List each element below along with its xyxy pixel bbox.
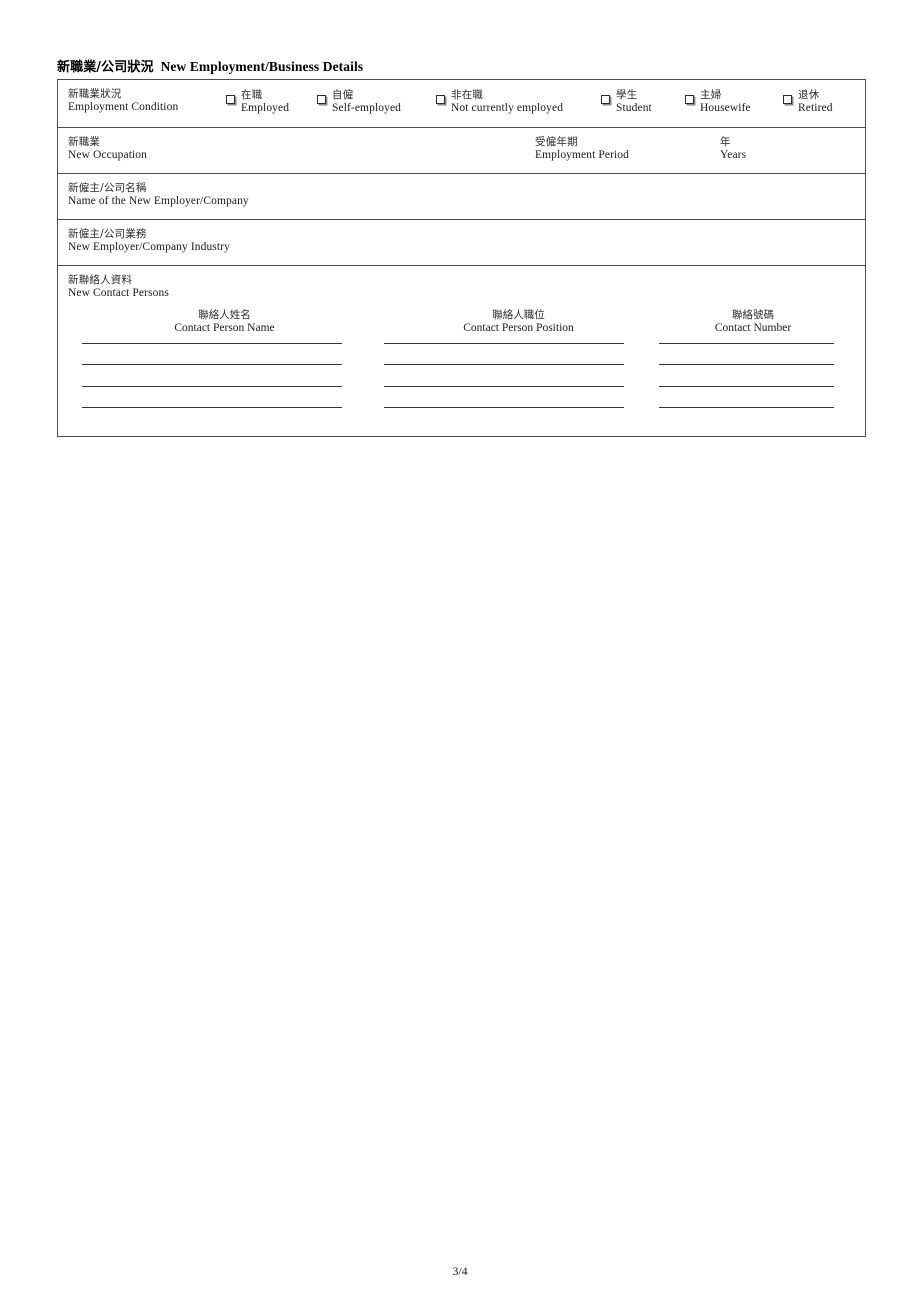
checkbox-label-not-currently-employed-en: Not currently employed	[451, 101, 564, 114]
checkbox-label-retired-zh: 退休	[798, 89, 820, 101]
checkbox-label-student-en: Student	[616, 101, 652, 114]
label-employer-name-en: Name of the New Employer/Company	[68, 194, 249, 207]
column-header-contact-number: 聯絡號碼 Contact Number	[658, 309, 848, 335]
column-header-contact-person-position-zh: 聯絡人職位	[492, 309, 545, 321]
contact-name-line-3[interactable]	[82, 386, 342, 387]
checkbox-label-student-zh: 學生	[616, 89, 638, 101]
contact-position-line-4[interactable]	[384, 407, 624, 408]
checkbox-label-student: 學生 Student	[616, 89, 652, 115]
label-employment-period: 受僱年期 Employment Period	[535, 136, 630, 162]
column-header-contact-person-name-zh: 聯絡人姓名	[198, 309, 251, 321]
row-employer-name: 新僱主/公司名稱 Name of the New Employer/Compan…	[58, 174, 865, 220]
contact-number-line-1[interactable]	[659, 343, 834, 344]
label-employment-period-en: Employment Period	[535, 148, 630, 161]
checkbox-label-self-employed-en: Self-employed	[332, 101, 402, 114]
checkbox-label-housewife-en: Housewife	[700, 101, 751, 114]
checkbox-label-self-employed-zh: 自僱	[332, 89, 354, 101]
contact-name-line-4[interactable]	[82, 407, 342, 408]
row-employer-industry: 新僱主/公司業務 New Employer/Company Industry	[58, 220, 865, 266]
checkbox-label-not-currently-employed: 非在職 Not currently employed	[451, 89, 564, 115]
checkbox-self-employed[interactable]	[317, 95, 326, 104]
label-employer-industry-zh: 新僱主/公司業務	[68, 228, 147, 240]
checkbox-option-retired[interactable]: 退休 Retired	[783, 89, 833, 115]
label-employment-condition: 新職業狀況 Employment Condition	[68, 88, 179, 114]
contact-position-line-2[interactable]	[384, 364, 624, 365]
row-new-occupation: 新職業 New Occupation 受僱年期 Employment Perio…	[58, 128, 865, 174]
label-contact-persons-en: New Contact Persons	[68, 286, 169, 299]
checkbox-housewife[interactable]	[685, 95, 694, 104]
contact-name-line-1[interactable]	[82, 343, 342, 344]
label-employment-condition-zh: 新職業狀況	[68, 88, 122, 100]
checkbox-option-housewife[interactable]: 主婦 Housewife	[685, 89, 751, 115]
checkbox-label-housewife: 主婦 Housewife	[700, 89, 751, 115]
label-contact-persons-zh: 新聯絡人資料	[68, 274, 133, 286]
label-new-occupation: 新職業 New Occupation	[68, 136, 147, 162]
checkbox-option-employed[interactable]: 在職 Employed	[226, 89, 290, 115]
label-new-occupation-zh: 新職業	[68, 136, 101, 148]
document-page: 新職業/公司狀況 New Employment/Business Details …	[0, 0, 920, 1302]
row-contact-persons: 新聯絡人資料 New Contact Persons 聯絡人姓名 Contact…	[58, 266, 865, 436]
checkbox-label-employed-zh: 在職	[241, 89, 263, 101]
contact-position-line-1[interactable]	[384, 343, 624, 344]
label-employer-industry-en: New Employer/Company Industry	[68, 240, 230, 253]
row-employment-condition: 新職業狀況 Employment Condition 在職 Employed 自…	[58, 80, 865, 128]
checkbox-employed[interactable]	[226, 95, 235, 104]
column-header-contact-number-zh: 聯絡號碼	[732, 309, 774, 321]
column-header-contact-person-position: 聯絡人職位 Contact Person Position	[376, 309, 661, 335]
label-employer-industry: 新僱主/公司業務 New Employer/Company Industry	[68, 228, 230, 254]
checkbox-label-housewife-zh: 主婦	[700, 89, 722, 101]
section-heading-zh: 新職業/公司狀況	[57, 60, 154, 75]
label-years-zh: 年	[720, 136, 731, 148]
checkbox-option-student[interactable]: 學生 Student	[601, 89, 652, 115]
column-header-contact-person-position-en: Contact Person Position	[463, 321, 574, 334]
section-heading-en: New Employment/Business Details	[160, 59, 364, 74]
page-number: 3/4	[452, 1264, 468, 1278]
contact-number-line-2[interactable]	[659, 364, 834, 365]
column-header-contact-number-en: Contact Number	[714, 321, 792, 334]
checkbox-student[interactable]	[601, 95, 610, 104]
label-years-en: Years	[720, 148, 747, 161]
contact-number-line-3[interactable]	[659, 386, 834, 387]
checkbox-not-currently-employed[interactable]	[436, 95, 445, 104]
label-employment-period-zh: 受僱年期	[535, 136, 578, 148]
checkbox-retired[interactable]	[783, 95, 792, 104]
column-header-contact-person-name: 聯絡人姓名 Contact Person Name	[83, 309, 366, 335]
new-employment-form-table: 新職業狀況 Employment Condition 在職 Employed 自…	[57, 79, 866, 437]
contact-position-line-3[interactable]	[384, 386, 624, 387]
checkbox-label-self-employed: 自僱 Self-employed	[332, 89, 402, 115]
contact-number-line-4[interactable]	[659, 407, 834, 408]
label-employer-name-zh: 新僱主/公司名稱	[68, 182, 147, 194]
label-contact-persons: 新聯絡人資料 New Contact Persons	[68, 274, 169, 300]
section-heading: 新職業/公司狀況 New Employment/Business Details	[57, 56, 363, 75]
checkbox-option-self-employed[interactable]: 自僱 Self-employed	[317, 89, 402, 115]
checkbox-label-not-currently-employed-zh: 非在職	[451, 89, 484, 101]
checkbox-label-employed-en: Employed	[241, 101, 290, 114]
label-employment-condition-en: Employment Condition	[68, 100, 179, 113]
label-new-occupation-en: New Occupation	[68, 148, 147, 161]
column-header-contact-person-name-en: Contact Person Name	[174, 321, 275, 334]
contact-name-line-2[interactable]	[82, 364, 342, 365]
label-years: 年 Years	[720, 136, 747, 162]
checkbox-label-retired-en: Retired	[798, 101, 833, 114]
checkbox-label-employed: 在職 Employed	[241, 89, 290, 115]
label-employer-name: 新僱主/公司名稱 Name of the New Employer/Compan…	[68, 182, 249, 208]
checkbox-label-retired: 退休 Retired	[798, 89, 833, 115]
checkbox-option-not-currently-employed[interactable]: 非在職 Not currently employed	[436, 89, 564, 115]
